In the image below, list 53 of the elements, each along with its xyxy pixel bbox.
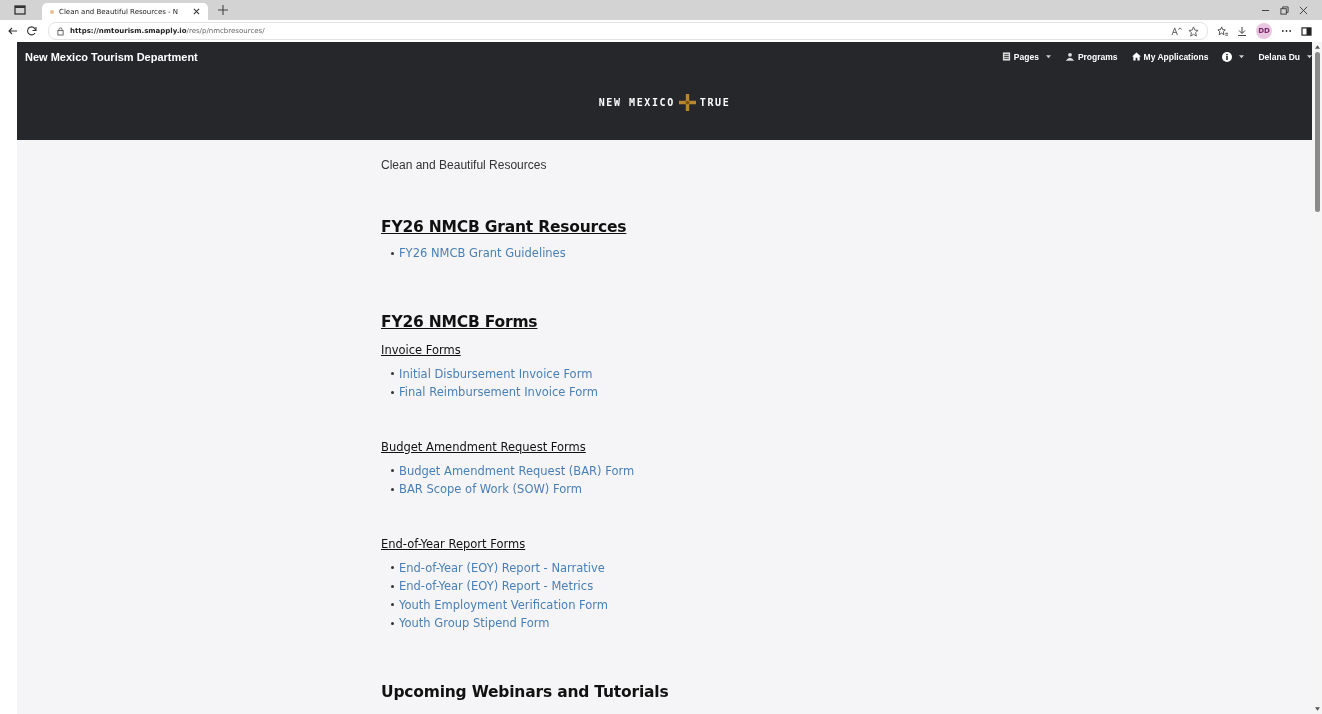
document-link[interactable]: Budget Amendment Request (BAR) Form	[399, 463, 635, 478]
back-icon[interactable]	[8, 26, 18, 36]
close-icon[interactable]	[193, 8, 200, 15]
person-icon	[1064, 52, 1075, 61]
bullet-icon	[391, 603, 394, 607]
restore-icon[interactable]	[1280, 5, 1289, 15]
nav-menu-item[interactable]: My Applications	[1131, 51, 1209, 62]
info-icon	[1222, 51, 1233, 62]
document-link[interactable]: Final Reimbursement Invoice Form	[399, 385, 598, 400]
star-icon[interactable]	[1188, 25, 1199, 37]
bullet-icon	[391, 251, 394, 255]
bullet-icon	[391, 372, 394, 376]
close-icon[interactable]	[1299, 5, 1308, 15]
reload-icon[interactable]	[27, 26, 37, 36]
bullet-icon	[391, 487, 394, 491]
bullet-icon	[391, 566, 394, 570]
document-link[interactable]: End-of-Year (EOY) Report - Narrative	[399, 560, 605, 575]
document-link[interactable]: Initial Disbursement Invoice Form	[399, 366, 593, 381]
bullet-icon	[391, 621, 394, 625]
scrollbar[interactable]	[1312, 42, 1322, 714]
sidebar-icon[interactable]	[1301, 26, 1312, 36]
site-brand[interactable]: New Mexico Tourism Department	[25, 50, 198, 63]
read-aloud-icon[interactable]	[1171, 26, 1182, 36]
nav-menu-item[interactable]: Programs	[1064, 51, 1118, 62]
favorites-icon[interactable]	[1217, 25, 1228, 37]
page-title: Clean and Beautiful Resources	[381, 158, 548, 172]
section-heading: FY26 NMCB Grant Resources	[381, 218, 628, 236]
nav-menu-item[interactable]	[1222, 51, 1245, 62]
document-icon	[1001, 52, 1011, 61]
new-tab-icon[interactable]	[218, 5, 228, 15]
nav-menu-item[interactable]: Delana Du	[1258, 51, 1312, 62]
subsection-heading: Budget Amendment Request Forms	[381, 439, 587, 454]
bullet-icon	[391, 390, 394, 394]
site-logo[interactable]: NEW MEXICO TRUE	[598, 94, 731, 111]
tab-actions-icon[interactable]	[14, 4, 26, 16]
download-icon[interactable]	[1237, 26, 1247, 36]
document-link[interactable]: End-of-Year (EOY) Report - Metrics	[399, 579, 594, 594]
home-icon	[1131, 52, 1141, 61]
document-link[interactable]: BAR Scope of Work (SOW) Form	[399, 482, 582, 497]
subsection-heading: Invoice Forms	[381, 342, 462, 357]
lock-icon	[57, 26, 64, 36]
more-icon[interactable]	[1281, 29, 1292, 33]
scroll-down-icon[interactable]	[1314, 707, 1320, 711]
section-heading: FY26 NMCB Forms	[381, 312, 539, 331]
document-link[interactable]: FY26 NMCB Grant Guidelines	[399, 246, 566, 261]
document-link[interactable]: Youth Employment Verification Form	[399, 597, 609, 612]
document-link[interactable]: Youth Group Stipend Form	[399, 616, 550, 631]
subsection-heading: End-of-Year Report Forms	[381, 536, 527, 551]
bullet-icon	[391, 469, 394, 473]
section-heading: Upcoming Webinars and Tutorials	[381, 682, 670, 701]
nav-menu-item[interactable]: Pages	[1001, 51, 1051, 62]
scroll-up-icon[interactable]	[1314, 45, 1320, 49]
bullet-icon	[391, 584, 394, 588]
